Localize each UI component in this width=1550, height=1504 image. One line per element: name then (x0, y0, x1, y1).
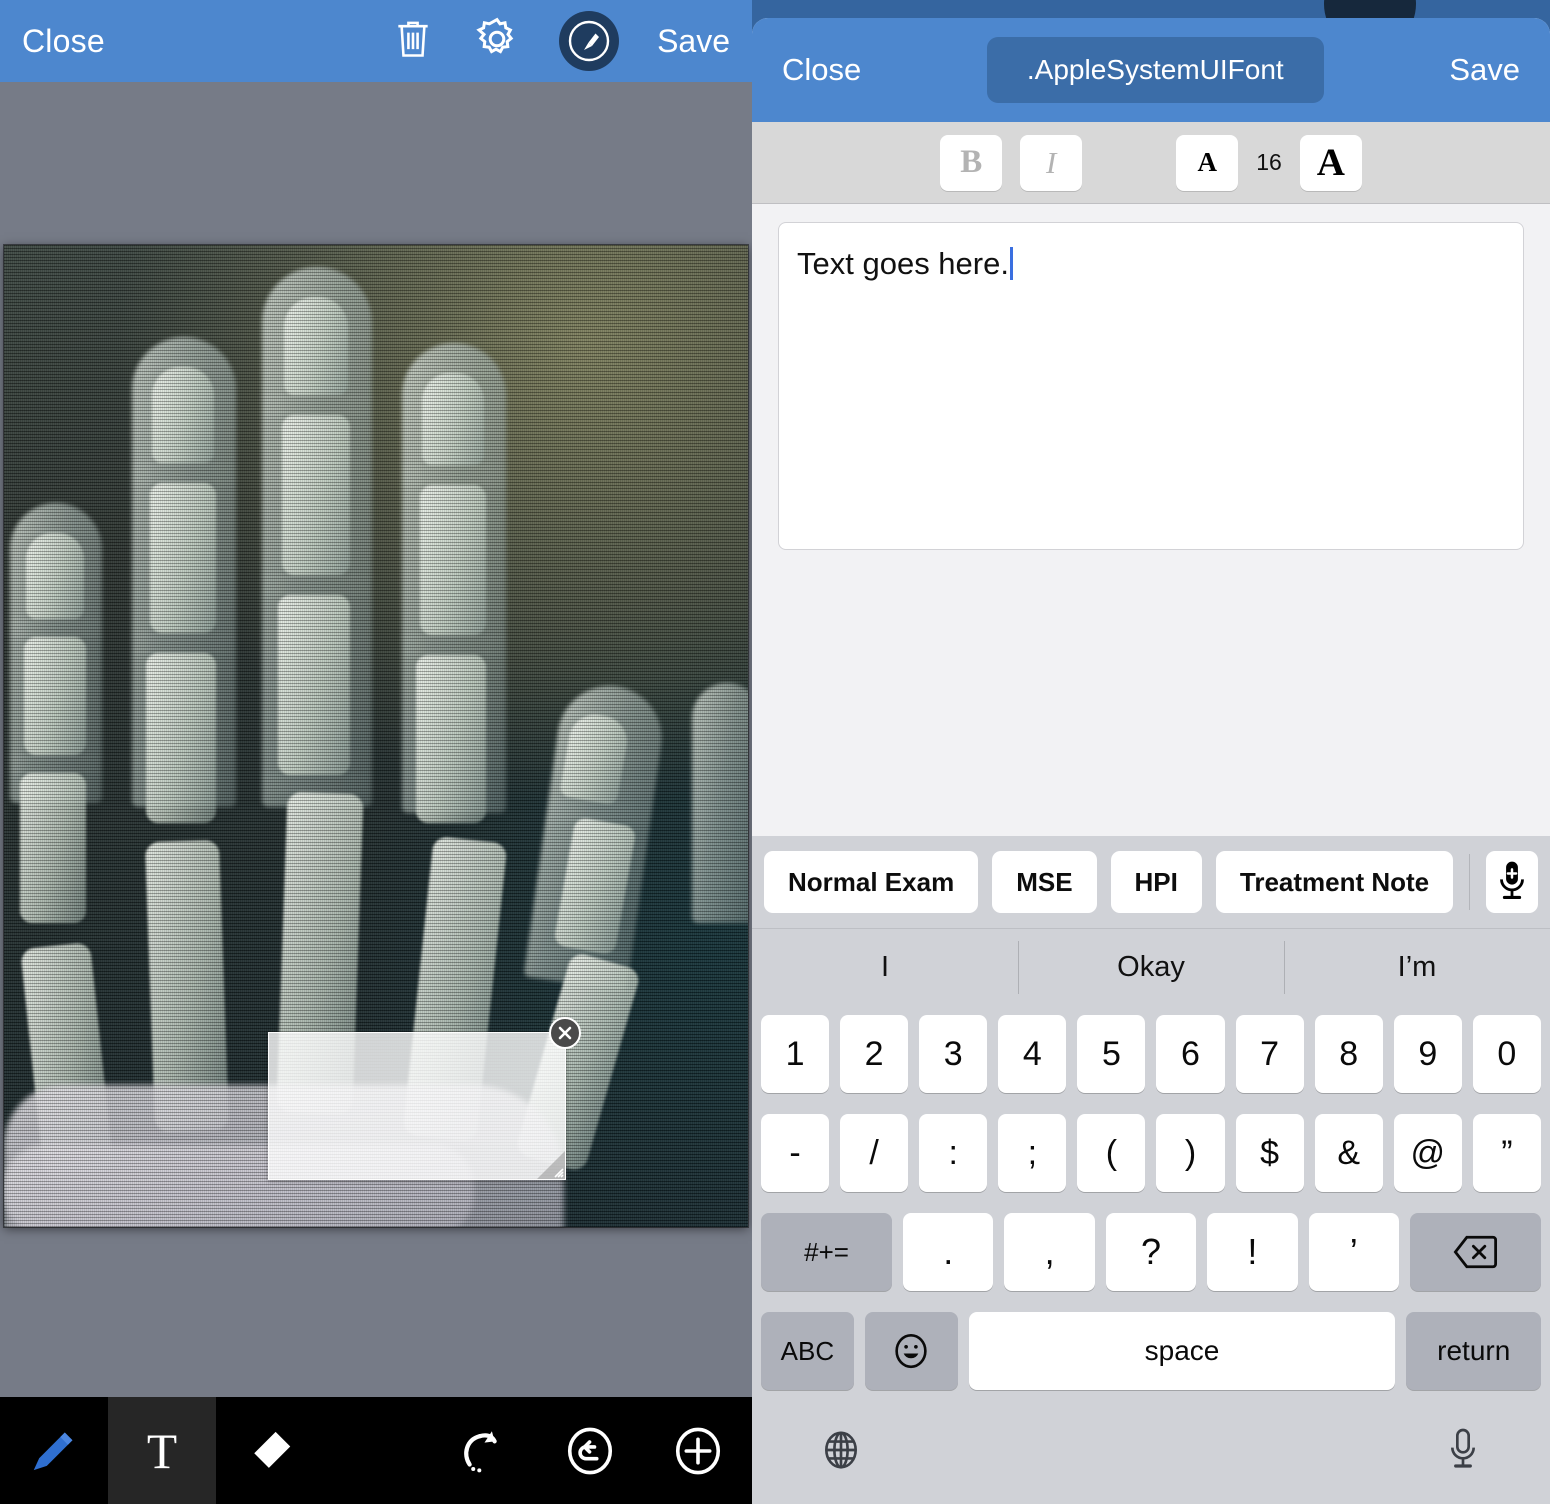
screen: Close Save T Close .AppleSystemUIFont Sa… (0, 0, 1550, 1504)
key-symbols-toggle[interactable]: #+= (761, 1213, 893, 1291)
key-paren-close[interactable]: ) (1156, 1114, 1225, 1192)
key-return[interactable]: return (1406, 1312, 1541, 1390)
mic-icon[interactable] (1443, 1425, 1483, 1480)
image-annotation-editor: Close Save T (0, 0, 752, 1504)
bold-button[interactable]: B (940, 134, 1003, 191)
globe-icon[interactable] (819, 1425, 863, 1480)
macro-shortcut-bar: Normal Exam MSE HPI Treatment Note (752, 836, 1550, 928)
brush-disc-icon[interactable] (559, 11, 620, 71)
editor-header-actions: Save (391, 11, 730, 71)
key-paren-open[interactable]: ( (1077, 1114, 1146, 1192)
mic-plus-icon[interactable] (1486, 851, 1538, 913)
key-exclamation[interactable]: ! (1207, 1213, 1298, 1291)
prediction-1[interactable]: Okay (1018, 929, 1284, 1006)
key-hyphen[interactable]: - (761, 1114, 830, 1192)
key-colon[interactable]: : (919, 1114, 988, 1192)
text-annotation-box[interactable] (268, 1017, 581, 1180)
key-0[interactable]: 0 (1472, 1015, 1541, 1093)
annotation-canvas[interactable] (0, 82, 752, 1397)
macro-divider (1469, 854, 1471, 910)
prediction-2[interactable]: I’m (1284, 929, 1550, 1006)
eraser-icon[interactable] (216, 1397, 324, 1504)
note-text-value: Text goes here. (797, 246, 1009, 281)
key-1[interactable]: 1 (761, 1015, 830, 1093)
xray-image[interactable] (4, 245, 748, 1227)
gear-icon[interactable] (473, 15, 521, 68)
key-apostrophe[interactable]: ’ (1308, 1213, 1399, 1291)
format-toolbar: B I A 16 A (752, 122, 1550, 204)
sheet-close-button[interactable]: Close (782, 52, 861, 88)
key-slash[interactable]: / (840, 1114, 909, 1192)
italic-button[interactable]: I (1020, 134, 1083, 191)
key-7[interactable]: 7 (1235, 1015, 1304, 1093)
backspace-icon[interactable] (1409, 1213, 1541, 1291)
trash-icon[interactable] (391, 14, 435, 69)
svg-text:T: T (147, 1424, 177, 1478)
key-comma[interactable]: , (1004, 1213, 1095, 1291)
prediction-0[interactable]: I (752, 929, 1018, 1006)
key-semicolon[interactable]: ; (998, 1114, 1067, 1192)
text-caret (1009, 247, 1013, 280)
key-ampersand[interactable]: & (1314, 1114, 1383, 1192)
macro-button-normal-exam[interactable]: Normal Exam (764, 851, 979, 913)
editor-save-button[interactable]: Save (657, 23, 730, 60)
decrease-font-size-button[interactable]: A (1176, 134, 1239, 191)
emoji-smiley-icon[interactable] (864, 1312, 958, 1390)
key-3[interactable]: 3 (919, 1015, 988, 1093)
editor-header: Close Save (0, 0, 752, 82)
drawing-toolbar: T (0, 1397, 752, 1504)
close-circle-icon[interactable] (549, 1017, 581, 1049)
key-quote-double[interactable]: ” (1472, 1114, 1541, 1192)
pen-icon[interactable] (0, 1397, 108, 1504)
key-space[interactable]: space (968, 1312, 1396, 1390)
on-screen-keyboard: 1 2 3 4 5 6 7 8 9 0 - / : ; ( ) $ & @ ” … (752, 1006, 1550, 1504)
key-8[interactable]: 8 (1314, 1015, 1383, 1093)
key-6[interactable]: 6 (1156, 1015, 1225, 1093)
keyboard-row-punctuation: #+= . , ? ! ’ (757, 1213, 1545, 1291)
keyboard-row-numbers: 1 2 3 4 5 6 7 8 9 0 (757, 1015, 1545, 1093)
increase-font-size-button[interactable]: A (1299, 134, 1362, 191)
sheet-header: Close .AppleSystemUIFont Save (752, 18, 1550, 122)
text-entry-screen: Close .AppleSystemUIFont Save B I A 16 A… (752, 0, 1550, 1504)
macro-button-mse[interactable]: MSE (992, 851, 1097, 913)
key-2[interactable]: 2 (840, 1015, 909, 1093)
font-size-value: 16 (1256, 149, 1282, 175)
note-input[interactable]: Text goes here. (778, 222, 1524, 550)
keyboard-row-symbols: - / : ; ( ) $ & @ ” (757, 1114, 1545, 1192)
keyboard-footer (757, 1400, 1545, 1504)
key-at[interactable]: @ (1393, 1114, 1462, 1192)
resize-handle-icon[interactable] (537, 1151, 565, 1179)
undo-circle-icon[interactable] (536, 1397, 644, 1504)
plus-circle-icon[interactable] (644, 1397, 752, 1504)
font-name-chip[interactable]: .AppleSystemUIFont (986, 37, 1324, 103)
note-editor-body: Text goes here. (752, 204, 1550, 836)
keyboard-row-bottom: ABC space return (757, 1312, 1545, 1390)
key-4[interactable]: 4 (998, 1015, 1067, 1093)
key-9[interactable]: 9 (1393, 1015, 1462, 1093)
editor-close-button[interactable]: Close (22, 23, 105, 60)
sheet-save-button[interactable]: Save (1449, 52, 1520, 88)
key-abc-toggle[interactable]: ABC (761, 1312, 854, 1390)
key-period[interactable]: . (903, 1213, 994, 1291)
text-t-icon[interactable]: T (108, 1397, 216, 1504)
key-dollar[interactable]: $ (1235, 1114, 1304, 1192)
redo-arrow-icon[interactable] (428, 1397, 536, 1504)
text-entry-sheet: Close .AppleSystemUIFont Save B I A 16 A… (752, 18, 1550, 1504)
key-question[interactable]: ? (1105, 1213, 1197, 1291)
macro-button-hpi[interactable]: HPI (1110, 851, 1202, 913)
predictive-text-bar: I Okay I’m (752, 928, 1550, 1006)
key-5[interactable]: 5 (1077, 1015, 1146, 1093)
macro-button-treatment-note[interactable]: Treatment Note (1215, 851, 1454, 913)
